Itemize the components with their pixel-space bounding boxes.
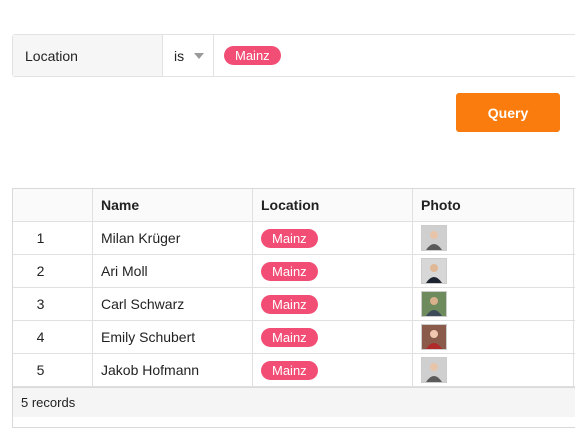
table-row[interactable]: 5 Jakob Hofmann Mainz (13, 354, 575, 387)
location-tag: Mainz (261, 228, 318, 248)
filter-field-label: Location (25, 47, 78, 64)
table-header: Name Location Photo (13, 189, 575, 222)
filter-value-tag: Mainz (224, 46, 281, 65)
row-name[interactable]: Carl Schwarz (93, 288, 253, 320)
header-name[interactable]: Name (93, 189, 253, 221)
location-tag: Mainz (261, 294, 318, 314)
person-icon (426, 231, 442, 250)
row-location[interactable]: Mainz (253, 255, 413, 287)
person-icon (426, 330, 442, 349)
header-location[interactable]: Location (253, 189, 413, 221)
row-index: 5 (13, 354, 93, 386)
filter-operator-select[interactable]: is (163, 35, 214, 76)
row-index: 4 (13, 321, 93, 353)
query-button[interactable]: Query (456, 93, 560, 132)
row-photo[interactable] (413, 255, 574, 287)
row-name[interactable]: Ari Moll (93, 255, 253, 287)
records-table: Name Location Photo 1 Milan Krüger Mainz… (12, 188, 575, 428)
table-row[interactable]: 1 Milan Krüger Mainz (13, 222, 575, 255)
person-photo[interactable] (421, 258, 447, 284)
person-icon (426, 297, 442, 316)
table-footer: 5 records (13, 387, 575, 417)
location-tag: Mainz (261, 261, 318, 281)
person-photo[interactable] (421, 225, 447, 251)
row-location[interactable]: Mainz (253, 354, 413, 386)
chevron-down-icon (194, 52, 205, 59)
row-index: 3 (13, 288, 93, 320)
record-count: 5 records (21, 395, 76, 410)
header-photo[interactable]: Photo (413, 189, 574, 221)
person-icon (426, 363, 442, 382)
row-location[interactable]: Mainz (253, 288, 413, 320)
location-tag: Mainz (261, 360, 318, 380)
table-row[interactable]: 3 Carl Schwarz Mainz (13, 288, 575, 321)
filter-value-field[interactable]: Mainz (214, 35, 281, 76)
person-photo[interactable] (421, 291, 447, 317)
row-index: 1 (13, 222, 93, 254)
row-name[interactable]: Milan Krüger (93, 222, 253, 254)
row-photo[interactable] (413, 288, 574, 320)
row-location[interactable]: Mainz (253, 321, 413, 353)
filter-field-select[interactable]: Location (13, 35, 163, 76)
person-photo[interactable] (421, 324, 447, 350)
table-row[interactable]: 4 Emily Schubert Mainz (13, 321, 575, 354)
row-photo[interactable] (413, 321, 574, 353)
row-photo[interactable] (413, 354, 574, 386)
person-icon (426, 264, 442, 283)
row-name[interactable]: Jakob Hofmann (93, 354, 253, 386)
filter-row: Location is Mainz (12, 34, 575, 77)
filter-operator-label: is (174, 47, 185, 64)
row-name[interactable]: Emily Schubert (93, 321, 253, 353)
row-location[interactable]: Mainz (253, 222, 413, 254)
location-tag: Mainz (261, 327, 318, 347)
person-photo[interactable] (421, 357, 447, 383)
table-row[interactable]: 2 Ari Moll Mainz (13, 255, 575, 288)
row-photo[interactable] (413, 222, 574, 254)
header-index (13, 189, 93, 221)
row-index: 2 (13, 255, 93, 287)
